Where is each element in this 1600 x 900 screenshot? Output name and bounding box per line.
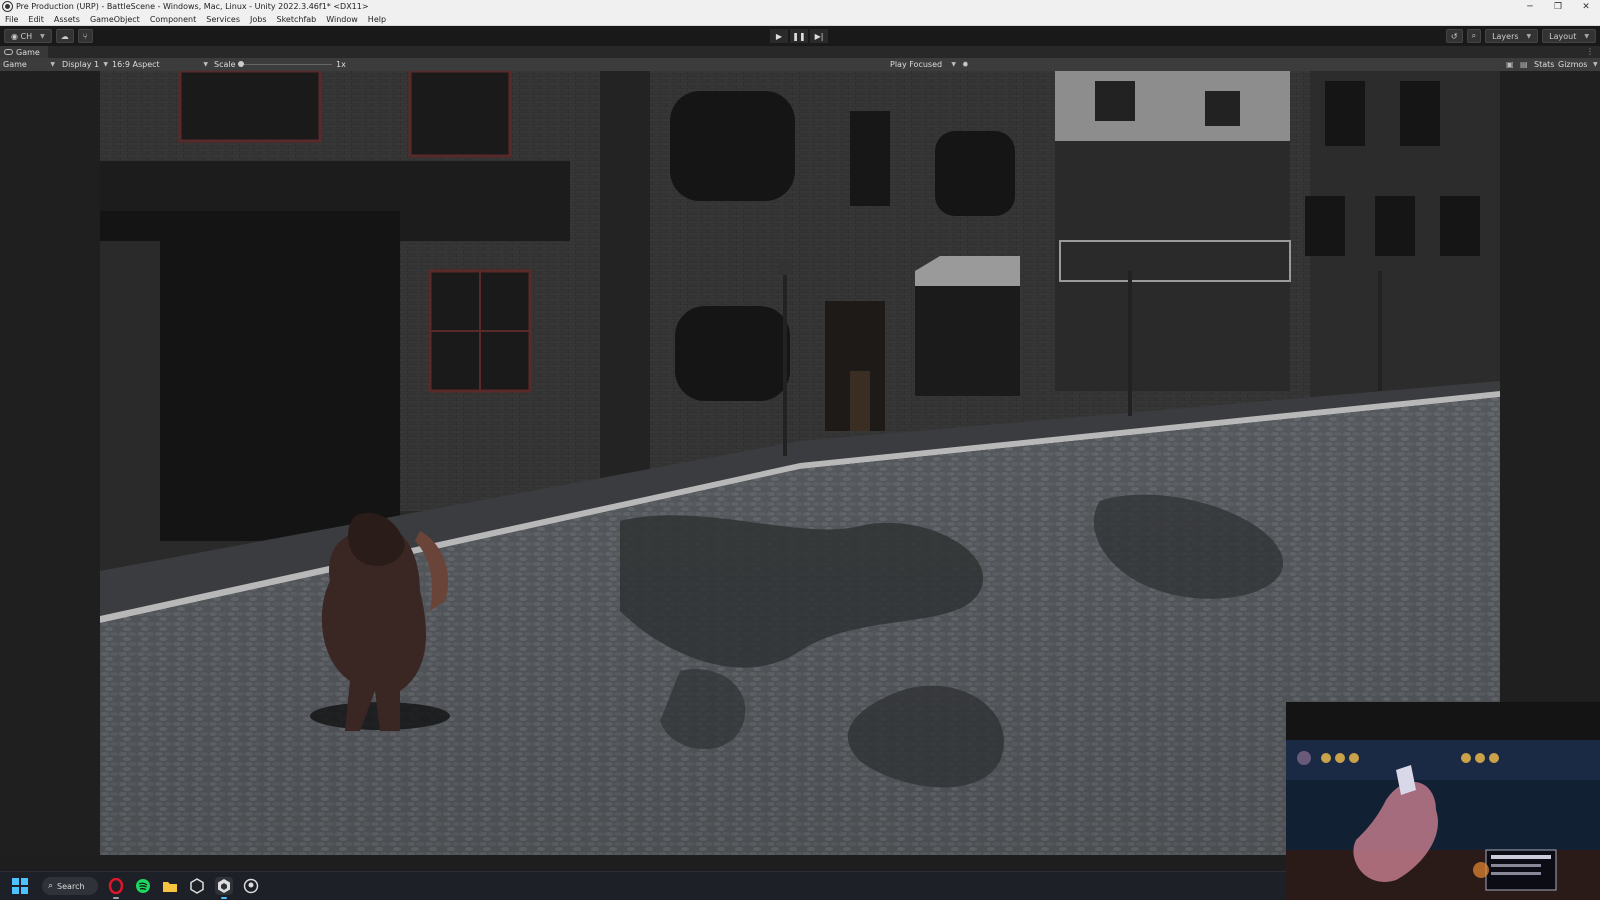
- display-label: Display 1: [62, 60, 100, 69]
- step-button[interactable]: ▶|: [810, 29, 828, 43]
- menu-gameobject[interactable]: GameObject: [85, 15, 145, 24]
- stats-button[interactable]: Stats: [1534, 60, 1554, 69]
- windows-logo-icon: [12, 878, 19, 885]
- display-dropdown[interactable]: Display 1 ▼: [62, 60, 108, 69]
- menu-bar: File Edit Assets GameObject Component Se…: [0, 13, 1600, 26]
- view-mode-dropdown[interactable]: Game ▼: [3, 60, 55, 69]
- chevron-down-icon: ▼: [951, 61, 956, 68]
- gamepad-icon: [4, 49, 13, 55]
- menu-window[interactable]: Window: [321, 15, 363, 24]
- overlay-backdrop: [1286, 702, 1600, 740]
- github-glyph: [243, 878, 259, 894]
- windows-logo-icon: [21, 878, 28, 885]
- play-mode-dropdown[interactable]: Play Focused ▼: [890, 60, 956, 69]
- windows-taskbar: ⌕ Search: [0, 871, 1286, 900]
- scale-slider-track[interactable]: [240, 64, 332, 65]
- search-icon: ⌕: [1471, 31, 1477, 40]
- chevron-down-icon: ▼: [40, 32, 45, 40]
- version-control-icon: ⑂: [82, 31, 88, 41]
- opera-icon[interactable]: [107, 877, 125, 899]
- chevron-down-icon[interactable]: ▼: [1593, 61, 1598, 68]
- mute-audio-icon[interactable]: ▣: [1506, 60, 1514, 69]
- scale-value: 1x: [336, 60, 346, 69]
- search-button[interactable]: ⌕: [1466, 29, 1482, 43]
- cloud-button[interactable]: ☁: [55, 29, 74, 43]
- running-indicator: [221, 897, 227, 899]
- play-button[interactable]: ▶: [770, 29, 788, 43]
- menu-sketchfab[interactable]: Sketchfab: [272, 15, 322, 24]
- window-titlebar: Pre Production (URP) - BattleScene - Win…: [0, 0, 1600, 13]
- settings-gear-icon[interactable]: ✹: [962, 60, 969, 69]
- tab-game[interactable]: Game: [0, 46, 48, 58]
- running-indicator: [113, 897, 119, 899]
- menu-edit[interactable]: Edit: [23, 15, 49, 24]
- opera-glyph: [108, 878, 124, 894]
- play-icon: ▶: [775, 31, 783, 41]
- window-title: Pre Production (URP) - BattleScene - Win…: [16, 2, 369, 11]
- github-icon[interactable]: [242, 877, 260, 895]
- menu-jobs[interactable]: Jobs: [245, 15, 272, 24]
- menu-services[interactable]: Services: [201, 15, 245, 24]
- pause-button[interactable]: ❚❚: [790, 29, 808, 43]
- spotify-icon[interactable]: [134, 877, 152, 895]
- chevron-down-icon: ▼: [203, 61, 208, 68]
- view-mode-label: Game: [3, 60, 27, 69]
- taskbar-search[interactable]: ⌕ Search: [42, 877, 98, 895]
- account-icon: ◉: [11, 31, 21, 41]
- search-icon: ⌕: [48, 881, 54, 891]
- history-icon: ↺: [1450, 31, 1458, 41]
- taskbar-search-label: Search: [57, 881, 85, 891]
- tab-game-label: Game: [16, 47, 40, 57]
- play-controls: ▶ ❚❚ ▶|: [770, 29, 830, 43]
- reference-video-thumbnail: [1286, 740, 1600, 900]
- layers-label: Layers: [1492, 31, 1519, 41]
- game-tab-bar: Game ⋮: [0, 46, 1600, 58]
- minimize-button[interactable]: ─: [1516, 0, 1544, 13]
- layout-dropdown[interactable]: Layout ▼: [1542, 29, 1596, 43]
- layers-dropdown[interactable]: Layers ▼: [1485, 29, 1539, 43]
- start-button[interactable]: [12, 878, 28, 894]
- folder-glyph: [163, 882, 177, 892]
- unity-icon[interactable]: [215, 877, 233, 899]
- more-options-icon[interactable]: ⋮: [1586, 47, 1594, 56]
- aspect-label: 16:9 Aspect: [112, 60, 160, 69]
- chevron-down-icon: ▼: [103, 61, 108, 68]
- restore-button[interactable]: ❐: [1544, 0, 1572, 13]
- collab-button[interactable]: ⑂: [77, 29, 93, 43]
- unity-glyph: [218, 879, 230, 893]
- scale-label: Scale: [214, 60, 236, 69]
- windows-logo-icon: [21, 887, 28, 894]
- chevron-down-icon: ▼: [1584, 32, 1589, 40]
- unity-hub-icon[interactable]: [188, 877, 206, 895]
- step-icon: ▶|: [814, 31, 824, 41]
- reference-game-image: [1286, 740, 1600, 900]
- undo-history-button[interactable]: ↺: [1445, 29, 1463, 43]
- layout-label: Layout: [1549, 31, 1577, 41]
- chevron-down-icon: ▼: [1526, 32, 1532, 40]
- spotify-glyph: [136, 879, 150, 893]
- account-label: CH: [20, 31, 33, 41]
- close-button[interactable]: ✕: [1572, 0, 1600, 13]
- gizmos-button[interactable]: Gizmos: [1558, 60, 1587, 69]
- pause-icon: ❚❚: [792, 31, 806, 41]
- windows-logo-icon: [12, 887, 19, 894]
- stats-icon: ▤: [1520, 60, 1528, 69]
- menu-component[interactable]: Component: [145, 15, 201, 24]
- main-toolbar: ◉ CH ▼ ☁ ⑂ ▶ ❚❚ ▶| ↺ ⌕ Layers ▼ Layout ▼: [0, 26, 1600, 46]
- file-explorer-icon[interactable]: [161, 877, 179, 895]
- cloud-icon: ☁: [60, 31, 69, 41]
- menu-file[interactable]: File: [0, 15, 23, 24]
- unity-hub-glyph: [190, 878, 204, 894]
- chevron-down-icon: ▼: [50, 61, 55, 68]
- scale-slider-handle[interactable]: [238, 61, 244, 67]
- menu-help[interactable]: Help: [363, 15, 391, 24]
- unity-logo-icon: [3, 2, 12, 11]
- game-view-controls: Game ▼ Display 1 ▼ 16:9 Aspect ▼ Scale 1…: [0, 58, 1600, 71]
- account-dropdown[interactable]: ◉ CH ▼: [4, 29, 52, 43]
- aspect-dropdown[interactable]: 16:9 Aspect ▼: [112, 60, 208, 69]
- play-mode-label: Play Focused: [890, 60, 943, 69]
- menu-assets[interactable]: Assets: [49, 15, 85, 24]
- toolbar-right: ↺ ⌕ Layers ▼ Layout ▼: [1442, 29, 1596, 43]
